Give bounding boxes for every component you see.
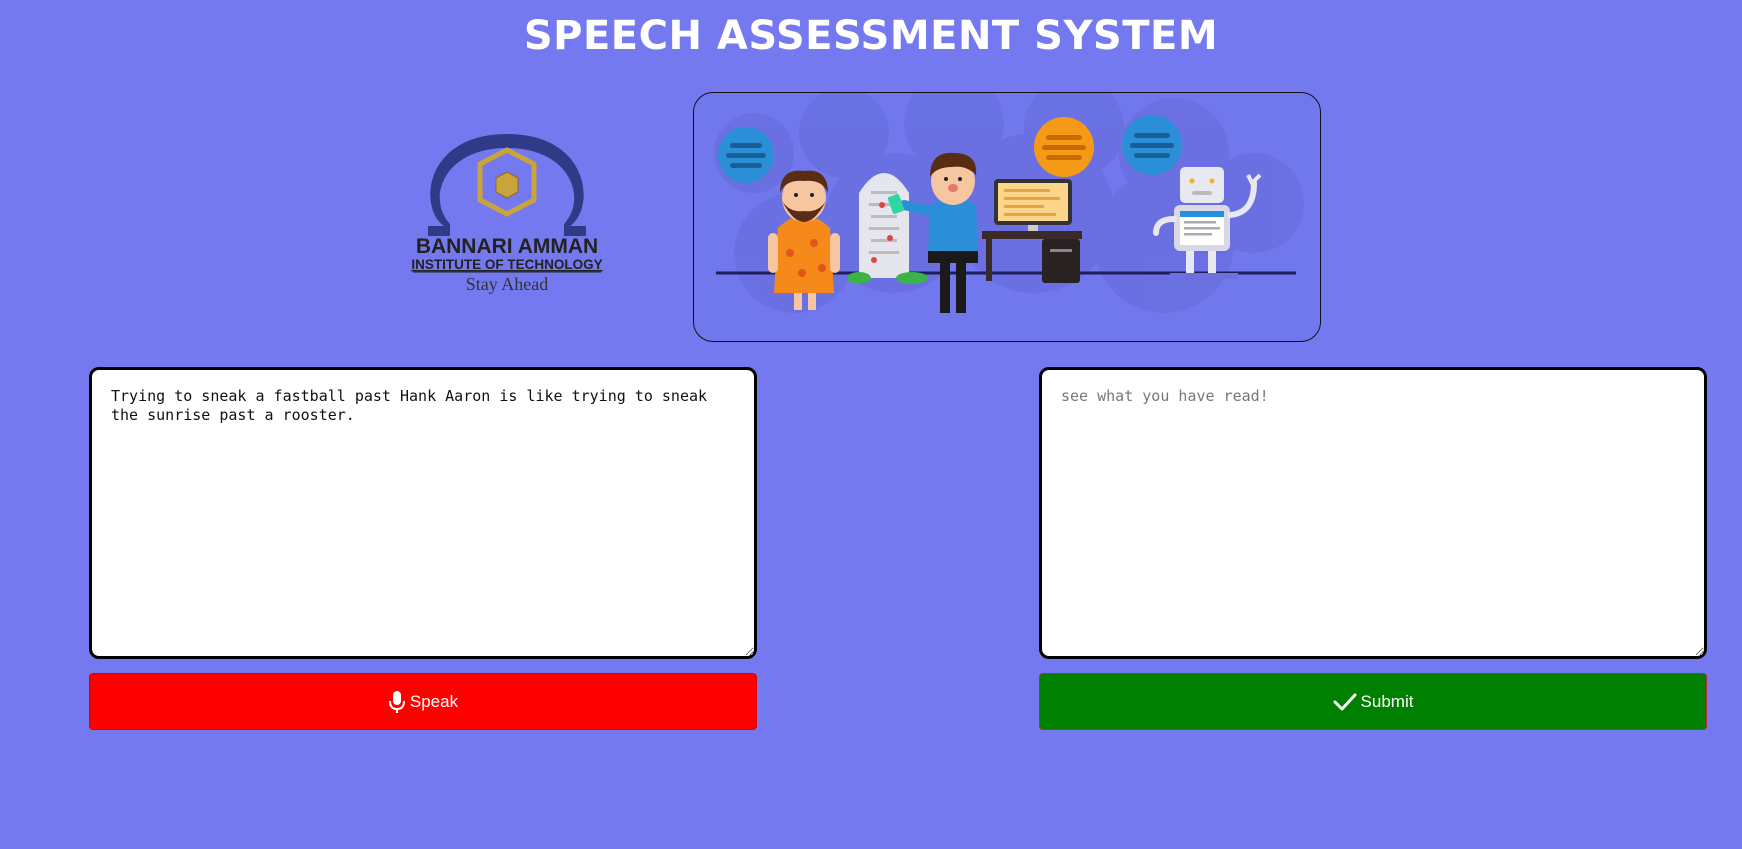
logo-tagline-text: Stay Ahead <box>466 274 549 294</box>
institute-logo: BANNARI AMMAN INSTITUTE OF TECHNOLOGY St… <box>410 128 605 298</box>
recognized-speech-text-area[interactable] <box>1039 367 1707 659</box>
logo-subtitle-text: INSTITUTE OF TECHNOLOGY <box>411 257 602 272</box>
omega-emblem-icon: BANNARI AMMAN INSTITUTE OF TECHNOLOGY St… <box>411 134 603 294</box>
speech-illustration-banner <box>693 92 1321 342</box>
reference-text-area[interactable] <box>89 367 757 659</box>
page-title: SPEECH ASSESSMENT SYSTEM <box>523 13 1219 59</box>
submit-button[interactable]: Submit <box>1039 673 1707 730</box>
checkmark-icon <box>1333 692 1357 712</box>
speak-button[interactable]: Speak <box>89 673 757 730</box>
speak-button-label: Speak <box>409 691 459 711</box>
speech-bubble-icon <box>718 127 774 183</box>
microphone-icon <box>388 690 406 714</box>
submit-button-label: Submit <box>1360 691 1414 711</box>
logo-name-text: BANNARI AMMAN <box>416 235 598 258</box>
